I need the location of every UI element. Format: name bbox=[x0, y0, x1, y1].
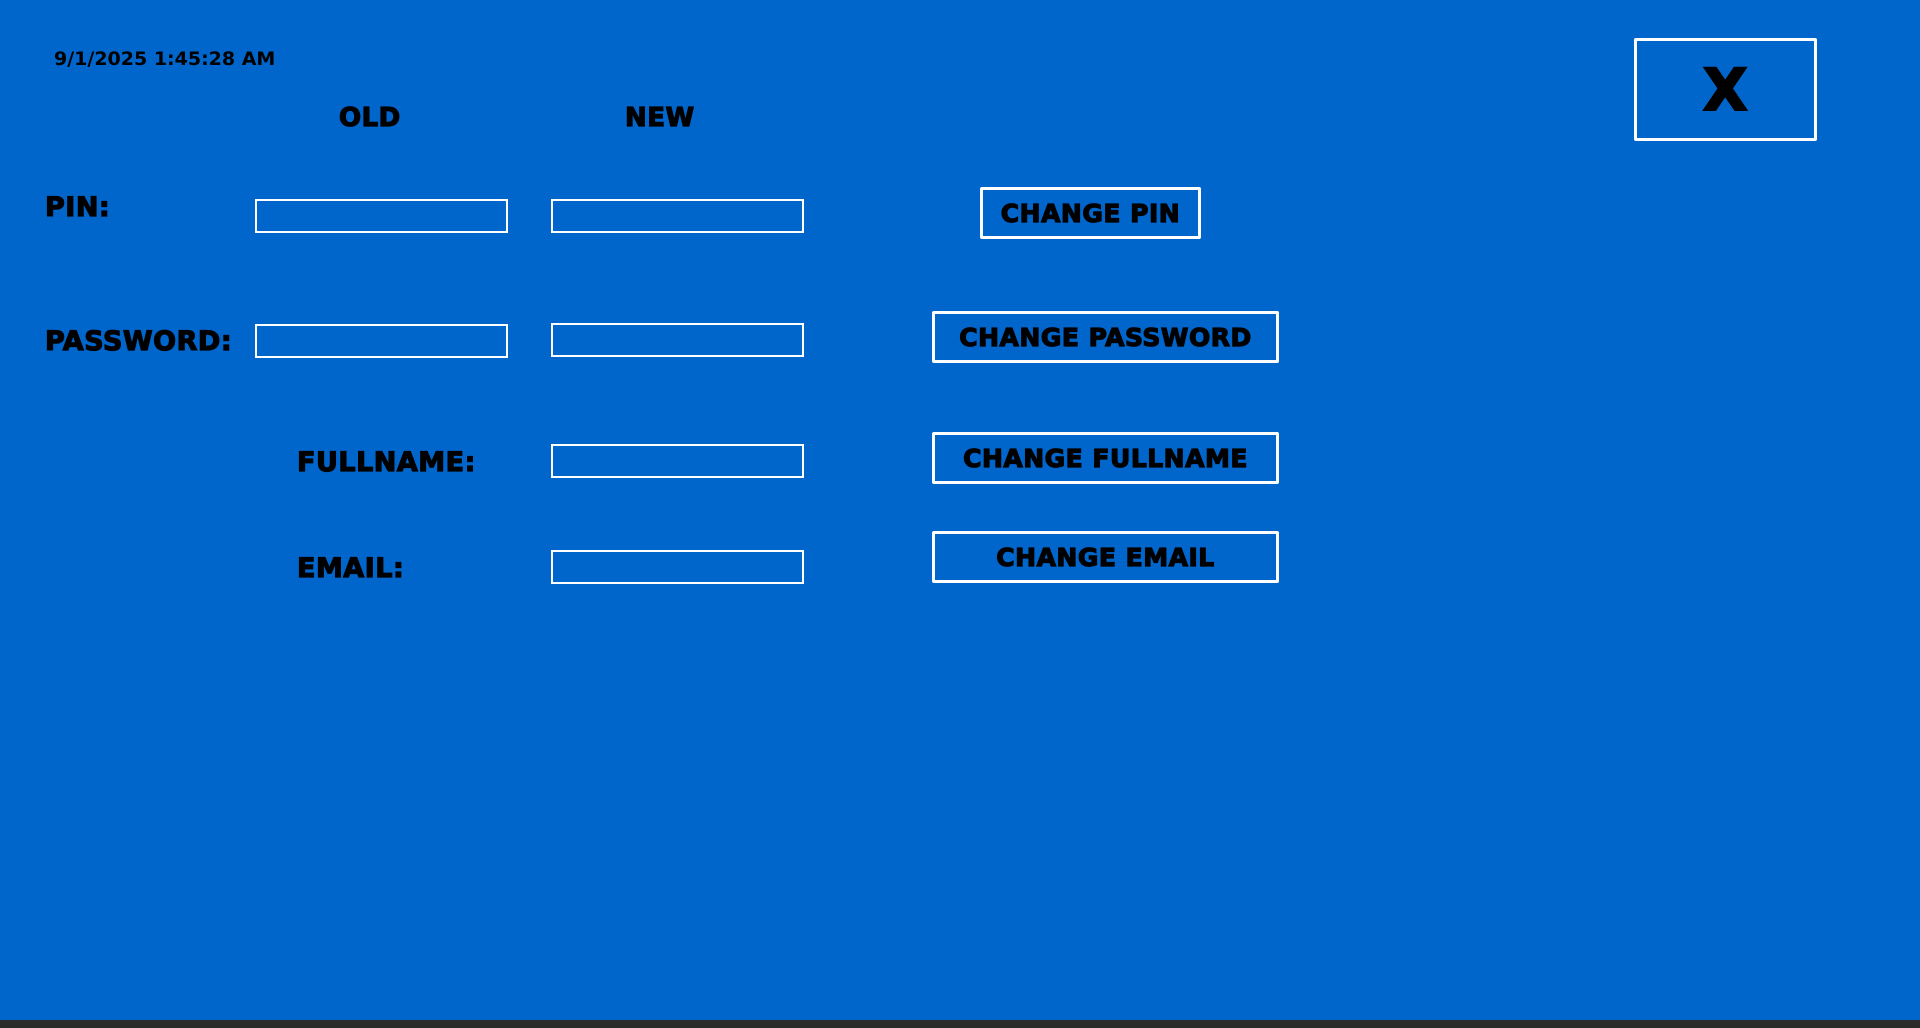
pin-label: PIN: bbox=[44, 191, 111, 223]
close-button[interactable]: X bbox=[1634, 38, 1817, 141]
fullname-label: FULLNAME: bbox=[296, 446, 476, 478]
change-email-button[interactable]: CHANGE EMAIL bbox=[932, 531, 1279, 583]
timestamp: 9/1/2025 1:45:28 AM bbox=[54, 48, 276, 70]
column-header-old: OLD bbox=[338, 102, 401, 133]
change-pin-button[interactable]: CHANGE PIN bbox=[980, 187, 1201, 239]
password-label: PASSWORD: bbox=[44, 325, 233, 357]
email-label: EMAIL: bbox=[296, 552, 405, 584]
change-fullname-button[interactable]: CHANGE FULLNAME bbox=[932, 432, 1279, 484]
column-header-new: NEW bbox=[624, 102, 695, 133]
taskbar-strip bbox=[0, 1020, 1920, 1028]
new-pin-input[interactable] bbox=[551, 199, 804, 233]
new-password-input[interactable] bbox=[551, 323, 804, 357]
new-email-input[interactable] bbox=[551, 550, 804, 584]
change-password-button[interactable]: CHANGE PASSWORD bbox=[932, 311, 1279, 363]
new-fullname-input[interactable] bbox=[551, 444, 804, 478]
old-password-input[interactable] bbox=[255, 324, 508, 358]
old-pin-input[interactable] bbox=[255, 199, 508, 233]
